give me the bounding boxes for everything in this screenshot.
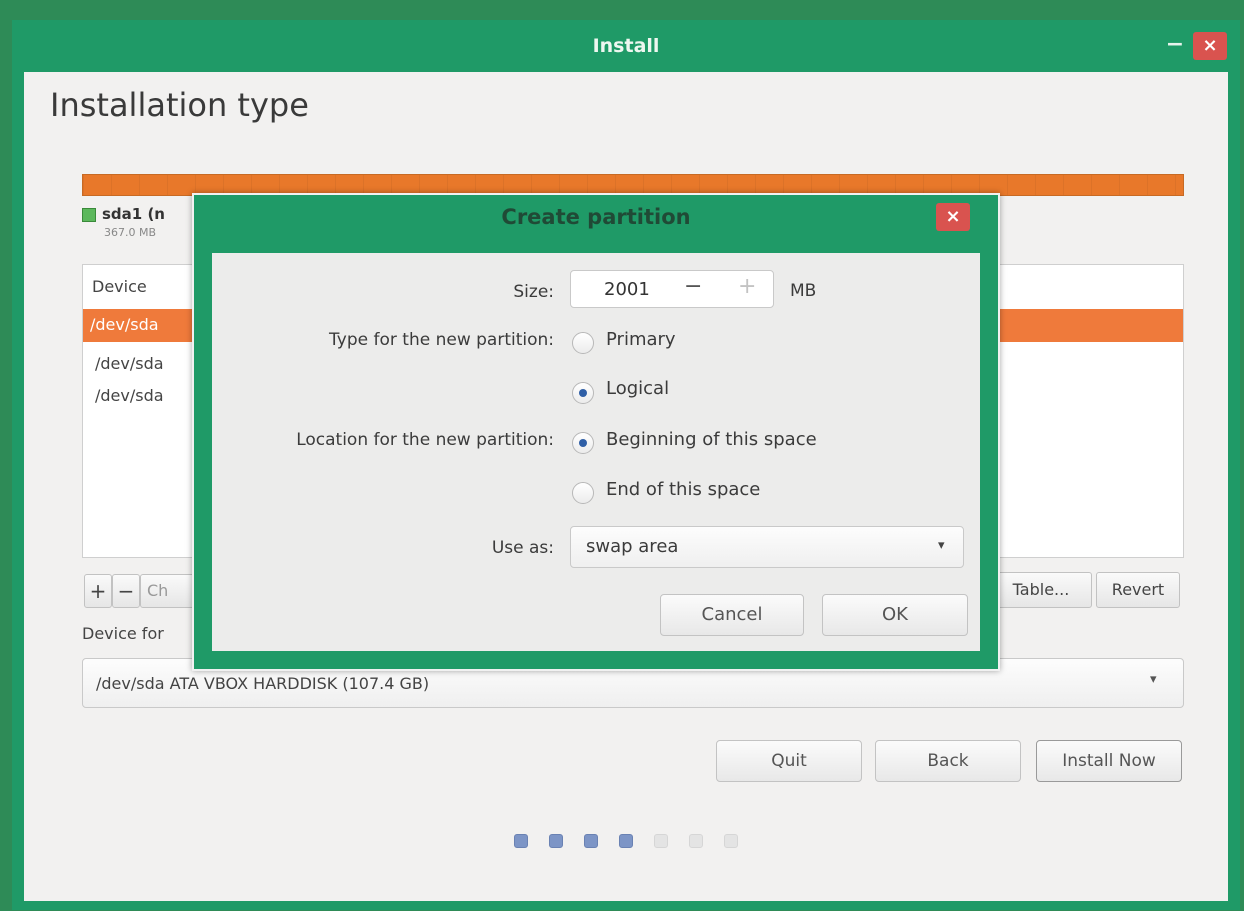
revert-button[interactable]: Revert [1096,572,1180,608]
use-as-value[interactable]: swap area [586,536,678,557]
partition-type-label: Type for the new partition: [329,330,554,350]
bootloader-device-value[interactable]: /dev/sda ATA VBOX HARDDISK (107.4 GB) [96,674,429,693]
minimize-button[interactable]: − [1164,34,1186,56]
column-header-device[interactable]: Device [92,277,147,296]
logical-radio[interactable] [572,382,594,404]
partition-legend-name: sda1 (n [102,205,165,223]
primary-radio-label[interactable]: Primary [606,329,676,350]
radio-selected-dot [579,439,587,447]
progress-dot [584,834,598,848]
size-input[interactable]: 2001 [604,279,650,300]
bootloader-device-label: Device for [82,624,164,643]
progress-dot [724,834,738,848]
primary-radio[interactable] [572,332,594,354]
dialog-content [212,253,980,651]
beginning-radio[interactable] [572,432,594,454]
progress-dot [619,834,633,848]
page-title: Installation type [50,86,309,124]
size-unit-label: MB [790,281,817,301]
dialog-close-button[interactable]: × [936,203,970,231]
cancel-button[interactable]: Cancel [660,594,804,636]
size-decrement-button[interactable]: − [684,274,702,299]
end-radio-label[interactable]: End of this space [606,479,760,500]
add-partition-button[interactable]: + [84,574,112,608]
chevron-down-icon[interactable]: ▾ [1150,672,1157,687]
quit-button[interactable]: Quit [716,740,862,782]
dialog-title: Create partition [501,205,691,229]
table-row[interactable]: /dev/sda [90,315,159,334]
chevron-down-icon[interactable]: ▾ [938,538,945,553]
table-row[interactable]: /dev/sda [95,354,164,373]
progress-dot [689,834,703,848]
window-title: Install [592,35,660,57]
partition-color-swatch [82,208,96,222]
progress-dot [514,834,528,848]
new-partition-table-button[interactable]: Table... [990,572,1092,608]
table-row[interactable]: /dev/sda [95,386,164,405]
use-as-label: Use as: [491,538,554,558]
beginning-radio-label[interactable]: Beginning of this space [606,429,817,450]
progress-dot [654,834,668,848]
ok-button[interactable]: OK [822,594,968,636]
window-close-button[interactable]: × [1193,32,1227,60]
step-progress-indicator [514,834,744,854]
size-increment-button[interactable]: + [738,274,756,299]
change-partition-button[interactable]: Ch [140,574,200,608]
progress-dot [549,834,563,848]
remove-partition-button[interactable]: − [112,574,140,608]
back-button[interactable]: Back [875,740,1021,782]
partition-legend-size: 367.0 MB [104,226,157,239]
partition-location-label: Location for the new partition: [296,430,554,450]
install-now-button[interactable]: Install Now [1036,740,1182,782]
logical-radio-label[interactable]: Logical [606,378,669,399]
end-radio[interactable] [572,482,594,504]
radio-selected-dot [579,389,587,397]
size-label: Size: [513,282,554,302]
